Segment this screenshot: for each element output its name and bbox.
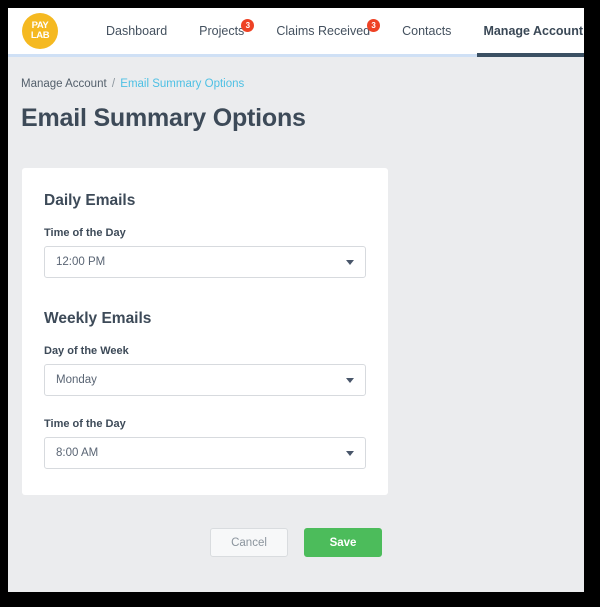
- daily-time-label: Time of the Day: [44, 227, 126, 239]
- desktop-backdrop: PAY LAB Dashboard Projects 3 Claims Rece…: [0, 0, 600, 607]
- weekly-day-value: Monday: [56, 374, 97, 386]
- active-tab-indicator: [477, 53, 584, 57]
- nav-item-manage-account[interactable]: Manage Account: [467, 8, 584, 57]
- nav-item-label: Manage Account: [483, 24, 583, 38]
- nav-badge-projects: 3: [241, 19, 255, 32]
- nav-item-contacts[interactable]: Contacts: [386, 8, 467, 54]
- weekly-time-value: 8:00 AM: [56, 447, 99, 459]
- save-button[interactable]: Save: [304, 528, 382, 557]
- action-row: Cancel Save: [8, 528, 584, 557]
- chevron-down-icon: [346, 260, 354, 265]
- nav-items: Dashboard Projects 3 Claims Received 3 C…: [64, 8, 584, 57]
- weekly-day-select[interactable]: Monday: [44, 364, 366, 396]
- nav-item-claims-received[interactable]: Claims Received 3: [260, 8, 386, 54]
- weekly-time-select[interactable]: 8:00 AM: [44, 437, 366, 469]
- nav-item-label: Claims Received: [276, 24, 371, 38]
- chevron-down-icon: [346, 378, 354, 383]
- weekly-time-label: Time of the Day: [44, 418, 126, 430]
- email-summary-options-card: Daily Emails Time of the Day 12:00 PM We…: [22, 168, 388, 495]
- breadcrumb: Manage Account / Email Summary Options: [8, 57, 584, 90]
- page-body: Manage Account / Email Summary Options E…: [8, 57, 584, 589]
- logo-line-2: LAB: [30, 30, 50, 41]
- chevron-down-icon: [346, 451, 354, 456]
- paylab-logo[interactable]: PAY LAB: [22, 13, 58, 49]
- nav-item-label: Dashboard: [106, 24, 168, 38]
- app-window: PAY LAB Dashboard Projects 3 Claims Rece…: [8, 8, 584, 592]
- weekly-day-label: Day of the Week: [44, 345, 129, 357]
- nav-item-label: Contacts: [402, 24, 452, 38]
- daily-emails-heading: Daily Emails: [44, 192, 136, 209]
- nav-item-projects[interactable]: Projects 3: [183, 8, 260, 54]
- top-navigation-bar: PAY LAB Dashboard Projects 3 Claims Rece…: [8, 8, 584, 57]
- page-title: Email Summary Options: [21, 104, 306, 132]
- daily-time-select[interactable]: 12:00 PM: [44, 246, 366, 278]
- cancel-button[interactable]: Cancel: [210, 528, 288, 557]
- nav-badge-claims-received: 3: [367, 19, 381, 32]
- daily-time-value: 12:00 PM: [56, 256, 106, 268]
- breadcrumb-parent[interactable]: Manage Account: [21, 78, 107, 90]
- weekly-emails-heading: Weekly Emails: [44, 310, 152, 327]
- nav-item-dashboard[interactable]: Dashboard: [90, 8, 183, 54]
- nav-item-label: Projects: [199, 24, 245, 38]
- breadcrumb-separator: /: [111, 78, 116, 90]
- breadcrumb-current[interactable]: Email Summary Options: [120, 78, 244, 90]
